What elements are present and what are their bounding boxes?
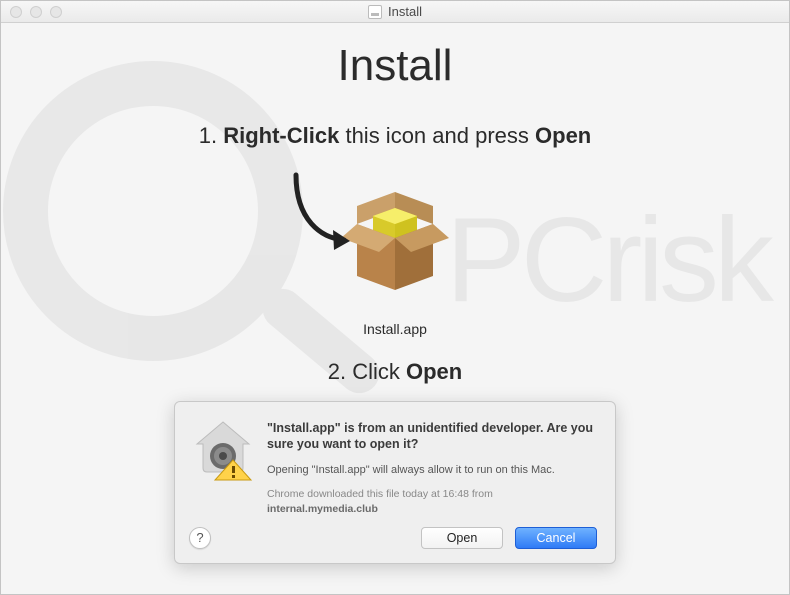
- window-frame: PCrisk Install Install 1. Right-Click th…: [0, 0, 790, 595]
- install-icon-area: [1, 167, 789, 317]
- zoom-window-button[interactable]: [50, 6, 62, 18]
- close-window-button[interactable]: [10, 6, 22, 18]
- installer-file-label: Install.app: [1, 321, 789, 337]
- traffic-lights: [10, 6, 62, 18]
- step-2-instruction: 2. Click Open: [1, 359, 789, 385]
- window-title: Install: [388, 4, 422, 19]
- window-title-group: Install: [368, 4, 422, 19]
- dialog-title: "Install.app" is from an unidentified de…: [267, 420, 597, 453]
- dialog-subtext: Opening "Install.app" will always allow …: [267, 463, 597, 478]
- page-title: Install: [1, 41, 789, 91]
- dialog-download-info: Chrome downloaded this file today at 16:…: [267, 487, 597, 516]
- arrow-icon: [286, 170, 366, 265]
- warning-lock-icon: [191, 418, 255, 482]
- help-button[interactable]: ?: [189, 527, 211, 549]
- main-content: Install 1. Right-Click this icon and pre…: [1, 23, 789, 564]
- dialog-button-row: Open Cancel: [267, 527, 597, 549]
- step-1-instruction: 1. Right-Click this icon and press Open: [1, 123, 789, 149]
- window-titlebar: Install: [1, 1, 789, 23]
- cancel-button[interactable]: Cancel: [515, 527, 597, 549]
- open-button[interactable]: Open: [421, 527, 503, 549]
- gatekeeper-dialog: "Install.app" is from an unidentified de…: [174, 401, 616, 564]
- minimize-window-button[interactable]: [30, 6, 42, 18]
- disk-icon: [368, 5, 382, 19]
